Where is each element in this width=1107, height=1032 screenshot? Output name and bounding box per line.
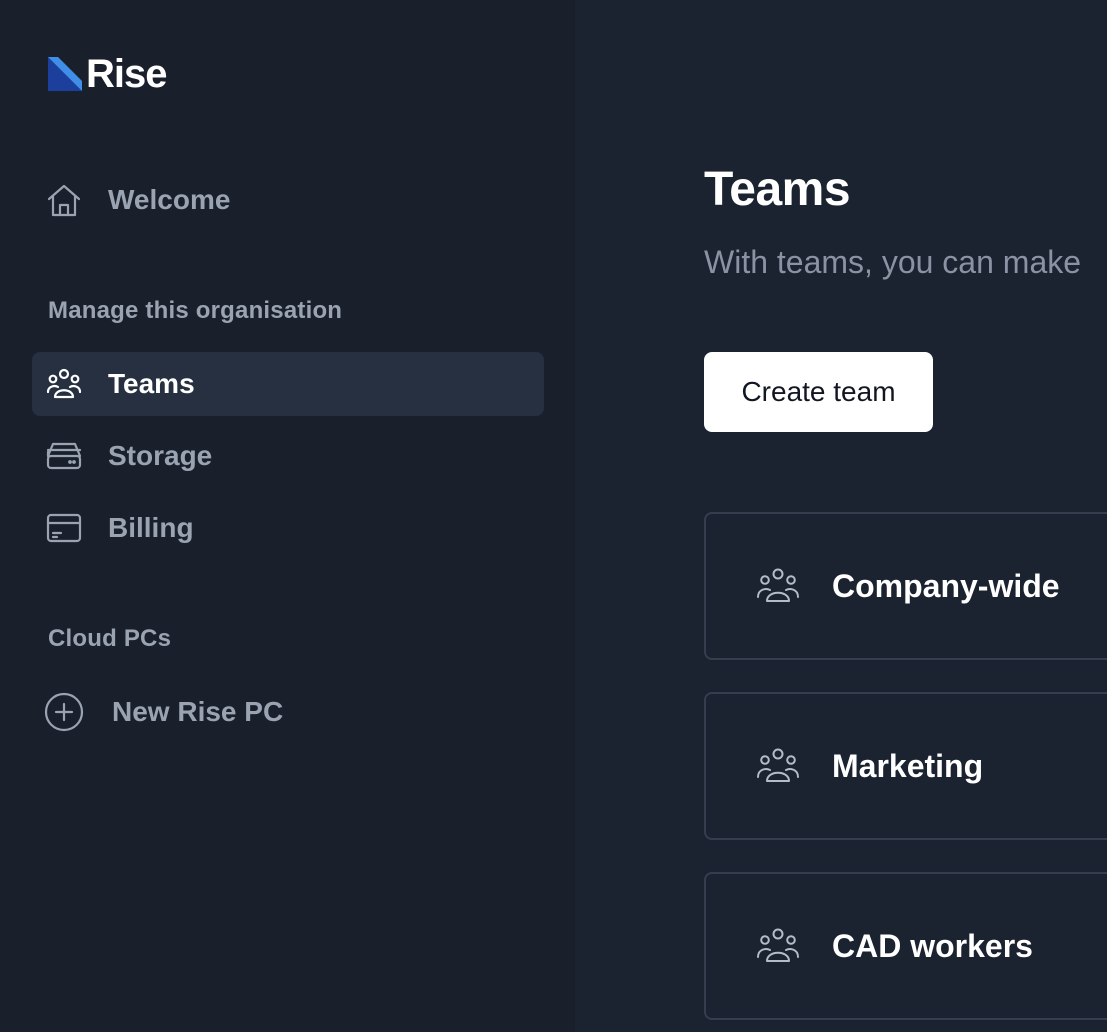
sidebar-item-welcome[interactable]: Welcome	[32, 168, 544, 232]
brand-name: Rise	[86, 52, 167, 96]
section-label-manage: Manage this organisation	[48, 297, 343, 324]
new-rise-pc-label: New Rise PC	[112, 696, 284, 727]
home-icon	[46, 182, 82, 218]
team-name: Company-wide	[832, 567, 1060, 604]
credit-card-icon	[46, 510, 82, 546]
create-team-button[interactable]: Create team	[704, 352, 933, 432]
sidebar-item-billing[interactable]: Billing	[32, 496, 544, 560]
sidebar: Rise Welcome Manage this organisation Te…	[0, 0, 575, 1032]
sidebar-item-label: Storage	[108, 440, 213, 471]
section-label-cloud-pcs: Cloud PCs	[48, 625, 172, 652]
people-icon	[46, 366, 82, 402]
team-card-company-wide[interactable]: Company-wide	[704, 512, 1107, 660]
rise-logo-icon	[48, 57, 82, 91]
sidebar-item-label: Teams	[108, 368, 195, 399]
sidebar-item-teams[interactable]: Teams	[32, 352, 544, 416]
team-card-marketing[interactable]: Marketing	[704, 692, 1107, 840]
page-title: Teams	[704, 163, 851, 216]
team-card-cad-workers[interactable]: CAD workers	[704, 872, 1107, 1020]
team-name: CAD workers	[832, 927, 1033, 964]
team-name: Marketing	[832, 747, 984, 784]
sidebar-item-label: Billing	[108, 512, 194, 543]
sidebar-item-storage[interactable]: Storage	[32, 424, 544, 488]
plus-circle-icon	[44, 692, 84, 732]
logo[interactable]: Rise	[48, 52, 167, 96]
main-content: Teams With teams, you can make Create te…	[575, 0, 1107, 1032]
app-window: Rise Welcome Manage this organisation Te…	[0, 0, 1107, 1032]
people-icon	[754, 562, 802, 610]
people-icon	[754, 922, 802, 970]
new-rise-pc-button[interactable]: New Rise PC	[32, 680, 544, 744]
server-icon	[46, 438, 82, 474]
people-icon	[754, 742, 802, 790]
sidebar-item-label: Welcome	[108, 184, 231, 215]
page-subtitle: With teams, you can make	[704, 244, 1082, 280]
